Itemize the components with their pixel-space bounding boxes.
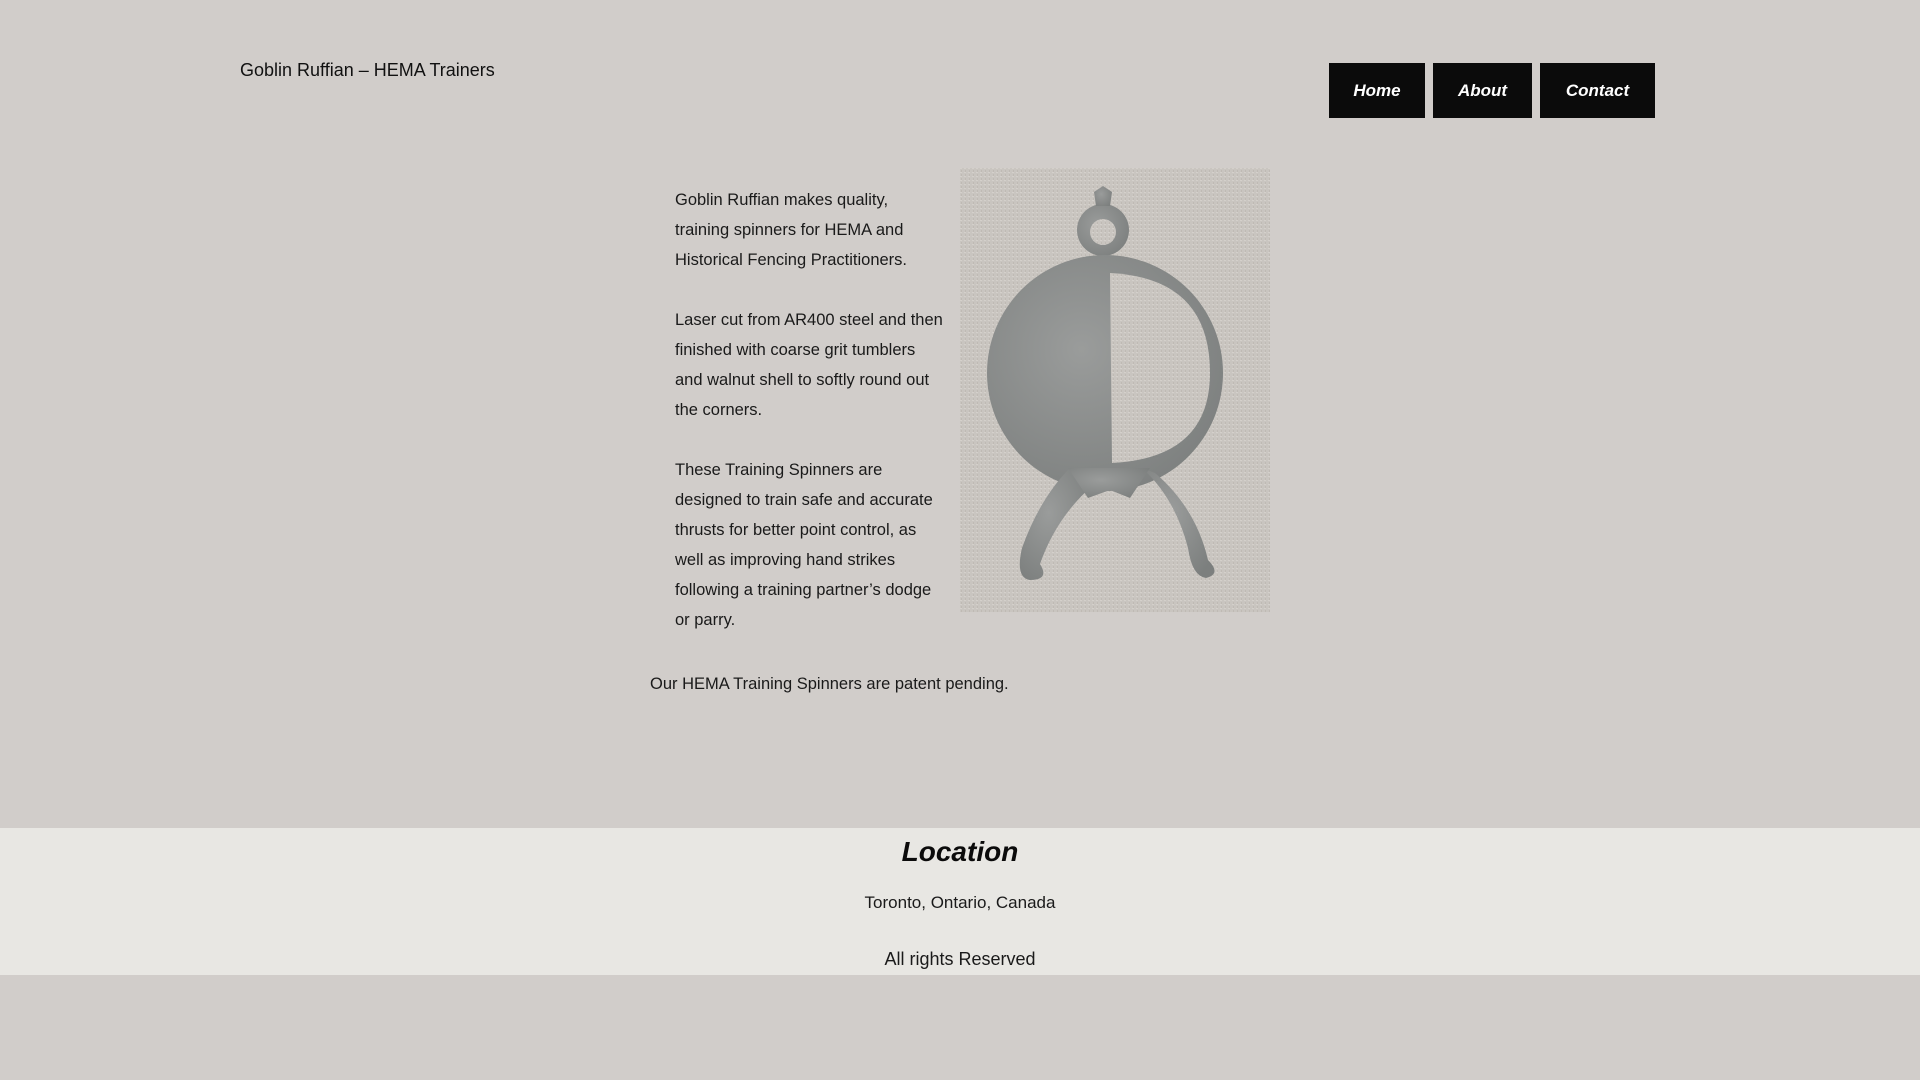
intro-paragraph-2: Laser cut from AR400 steel and then fini… [675, 311, 943, 419]
footer: Location Toronto, Ontario, Canada All ri… [0, 828, 1920, 975]
nav-home-button[interactable]: Home [1329, 63, 1425, 118]
page: Goblin Ruffian – HEMA Trainers Home Abou… [0, 0, 1920, 1080]
footer-location: Toronto, Ontario, Canada [864, 893, 1056, 912]
main-nav: Home About Contact [1329, 63, 1655, 118]
patent-note: Our HEMA Training Spinners are patent pe… [650, 675, 1009, 693]
intro-paragraph-3: These Training Spinners are designed to … [675, 461, 933, 629]
nav-about-button[interactable]: About [1433, 63, 1532, 118]
intro-text: Goblin Ruffian makes quality, training s… [675, 185, 945, 665]
intro-paragraph-1: Goblin Ruffian makes quality, training s… [675, 191, 907, 269]
training-spinner-photo [960, 168, 1270, 612]
footer-rights: All rights Reserved [884, 949, 1036, 969]
site-title[interactable]: Goblin Ruffian – HEMA Trainers [240, 60, 495, 81]
nav-contact-button[interactable]: Contact [1540, 63, 1655, 118]
footer-heading: Location [901, 836, 1019, 867]
